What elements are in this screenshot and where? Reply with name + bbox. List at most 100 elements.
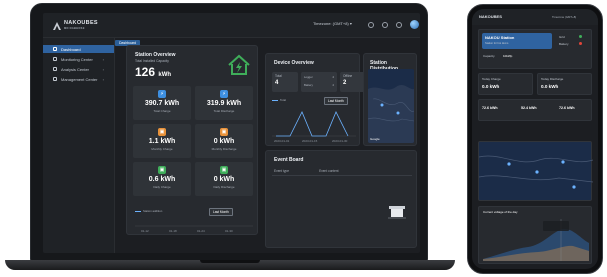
stat-icon: ▣ (158, 128, 166, 136)
stat-monthly-charge: ▣ 1.1 kWh Monthly Charge (133, 124, 191, 158)
notification-icon[interactable] (368, 21, 374, 28)
phone-voltage-chart (483, 219, 589, 261)
stat-icon: ▣ (220, 128, 228, 136)
stat-value: 0 kWh (213, 176, 235, 183)
map-graphic (368, 69, 414, 143)
capacity-value: 10kWp (503, 54, 513, 58)
phone-tile-discharge: Today Discharge 0.0 kWh (537, 73, 592, 95)
capacity-unit: kWh (158, 72, 172, 78)
cell-label: Total (275, 74, 282, 78)
capacity-value: 126 kWh (135, 65, 171, 79)
stat-daily-charge: ▣ 0.6 kWh Daily Charge (133, 162, 191, 196)
tick-label: 2023-01-01 (274, 139, 290, 143)
phone-voltage-chart-card: Current voltage of the day (478, 206, 592, 264)
legend-label: Total (280, 98, 286, 102)
tick-label: 2023-01-30 (332, 139, 348, 143)
avatar[interactable] (410, 20, 419, 29)
sidebar-item-label: Dashboard (61, 46, 81, 52)
toggle-last-month[interactable]: Last Month (209, 208, 233, 216)
stat-value: 1.1 kWh (148, 138, 176, 145)
cell-value: 2 (343, 80, 347, 86)
device-counts: Total 4 Logger 2 Battery 2 Offline 2 (272, 72, 366, 92)
status-label: Grid (559, 35, 565, 39)
tile-label: Today Discharge (541, 77, 564, 81)
event-table-header: Event type Event content (274, 169, 339, 173)
phone-map[interactable] (478, 141, 594, 201)
station-map[interactable]: Google (368, 69, 414, 143)
stat-label: Daily Charge (153, 185, 171, 189)
sidebar-item-dashboard[interactable]: Dashboard (43, 45, 114, 53)
phone-station-banner[interactable]: NAKOU Station Station for bot demo (482, 33, 552, 49)
station-subtitle: Station for bot demo (485, 42, 509, 45)
chart-tooltip (543, 221, 569, 231)
series-total-line (276, 111, 349, 137)
panel-title: Device Overview (274, 60, 314, 66)
phone-brand[interactable]: NAKOUBES (479, 14, 502, 19)
column-header: Event type (274, 169, 290, 173)
dashboard-icon (53, 47, 57, 51)
sidebar: Dashboard Monitoring Center › Analysis C… (43, 38, 115, 253)
sidebar-item-management[interactable]: Management Center › (43, 75, 114, 83)
cell-label: Offline (343, 74, 353, 78)
phone-screen: NAKOUBES Timezone (GMT+8) NAKOU Station … (472, 9, 598, 269)
tile-value: 0.0 kWh (482, 84, 500, 89)
capacity-number: 126 (135, 65, 156, 79)
column-header: Event content (319, 169, 339, 173)
device-period-toggle: Last Month (324, 97, 348, 105)
station-distribution-panel: Station Distribution Google (363, 53, 417, 146)
laptop-mockup: NAKOUBES MN NABHOSE Timezone: (GMT+8) ▾ … (0, 0, 460, 277)
sidebar-item-analysis[interactable]: Analysis Center › (43, 65, 114, 73)
logo-icon (53, 22, 61, 30)
chevron-right-icon: › (102, 76, 104, 82)
device-chart-legend: Total (272, 98, 286, 102)
status-dot-grid (579, 35, 582, 38)
tick-label: 01-18 (169, 229, 177, 233)
cell-value: 2 (332, 75, 334, 79)
tick-label: 01-30 (225, 229, 233, 233)
stat-label: Total Charge (153, 109, 171, 113)
station-chart-legend: Station addition (135, 209, 162, 213)
stat-icon: ⚡ (158, 90, 166, 98)
house-icon (228, 54, 250, 75)
sidebar-item-label: Management Center (61, 76, 98, 82)
chevron-down-icon: ▾ (349, 21, 352, 26)
panel-title: Station Overview (135, 52, 176, 58)
tick-label: 01-12 (141, 229, 149, 233)
tile-label: Today Charge (482, 77, 501, 81)
cell-value: 4 (275, 80, 279, 86)
stat-label: Daily Discharge (213, 185, 235, 189)
stat-icon: ▣ (158, 166, 166, 174)
brand-subtitle: MN NABHOSE (64, 27, 85, 30)
phone-timezone[interactable]: Timezone (GMT+8) (552, 15, 576, 19)
phone-tile-charge: Today Charge 0.0 kWh (478, 73, 533, 95)
stat-daily-discharge: ▣ 0 kWh Daily Discharge (195, 162, 253, 196)
settings-icon[interactable] (382, 21, 388, 28)
event-board-panel: Event Board Event type Event content (265, 150, 417, 248)
legend-label: Station addition (143, 209, 163, 213)
sidebar-item-label: Monitoring Center (61, 56, 93, 62)
status-dot-battery (579, 42, 582, 45)
fullscreen-icon[interactable] (396, 21, 402, 28)
toggle-last-month[interactable]: Last Month (324, 97, 348, 105)
empty-state-icon (388, 206, 406, 219)
analysis-icon (53, 67, 57, 71)
phone-map-graphic (478, 155, 594, 189)
legend-swatch (135, 210, 141, 212)
device-overview-panel: Device Overview Total 4 Logger 2 Battery 2… (265, 53, 366, 146)
stat-total-charge: ⚡ 390.7 kWh Total Charge (133, 86, 191, 120)
brand-logo[interactable]: NAKOUBES MN NABHOSE (53, 20, 98, 32)
stat-value: 0 kWh (213, 138, 235, 145)
cell-label: Battery (304, 83, 313, 87)
stat-label: Monthly Charge (151, 147, 173, 151)
panel-title: Event Board (274, 157, 304, 163)
timezone-selector[interactable]: Timezone: (GMT+8) ▾ (313, 21, 352, 26)
device-types-cell: Logger 2 Battery 2 (301, 72, 337, 92)
sidebar-item-monitoring[interactable]: Monitoring Center › (43, 55, 114, 63)
capacity-label: Capacity (483, 54, 495, 58)
timezone-label: Timezone: (GMT+8) (313, 21, 349, 26)
capacity-label: Total Installed Capacity (135, 59, 169, 63)
laptop-notch (200, 260, 260, 263)
cell-value: 2 (332, 83, 334, 87)
stat-value: 319.9 kWh (206, 100, 242, 107)
chevron-right-icon: › (102, 66, 104, 72)
